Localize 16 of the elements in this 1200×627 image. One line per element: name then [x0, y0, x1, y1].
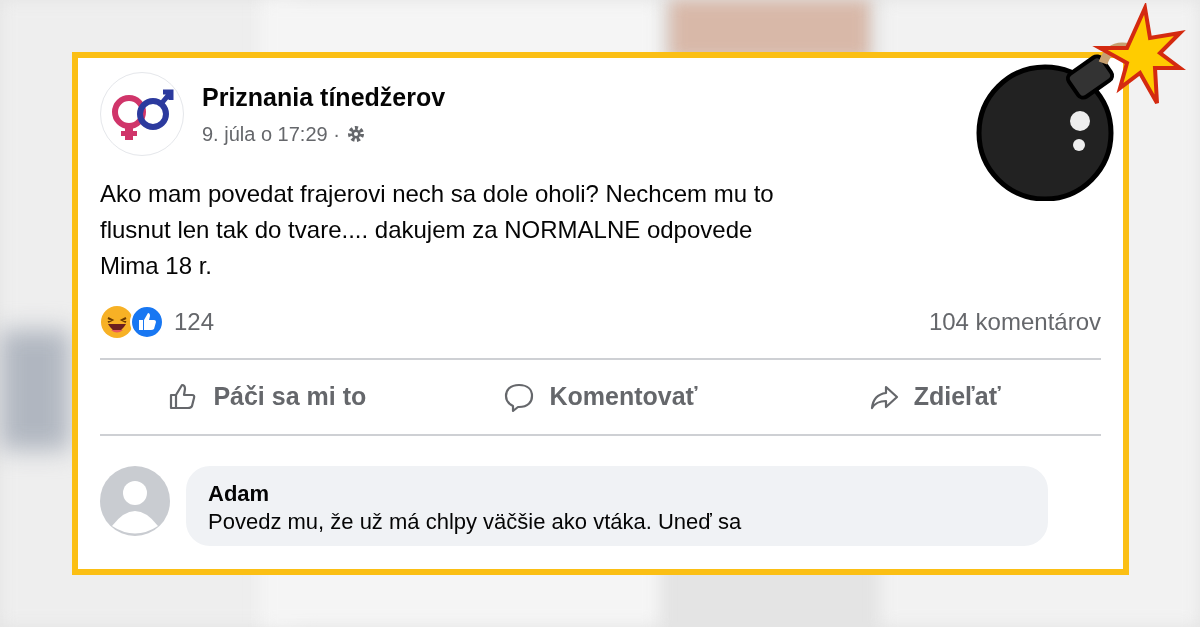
like-reaction-icon — [130, 305, 164, 339]
post-timestamp[interactable]: 9. júla o 17:29 · — [202, 118, 340, 149]
share-button[interactable]: Zdieľať — [767, 368, 1101, 426]
settings-icon — [345, 123, 366, 144]
like-button[interactable]: Páči sa mi to — [100, 368, 434, 426]
comment-author[interactable]: Adam — [208, 480, 1026, 508]
reaction-count[interactable]: 124 — [174, 304, 215, 340]
post-text-line: Mima 18 r. — [100, 251, 213, 281]
page-name[interactable]: Priznania tínedžerov — [202, 79, 446, 117]
speech-bubble-icon — [503, 381, 536, 413]
comment-button[interactable]: Komentovať — [433, 368, 768, 426]
post-text-line: flusnut len tak do tvare.... dakujem za NORMALNE odpovede — [100, 215, 753, 245]
comment-text: Povedz mu, že už má chlpy väčšie ako vtáka. Uneď sa — [208, 508, 742, 536]
laughing-emoji-icon — [100, 305, 134, 339]
comment-count[interactable]: 104 komentárov — [928, 304, 1101, 340]
post-text-line: Ako mam povedat frajerovi nech sa dole oholi? Nechcem mu to — [100, 179, 774, 209]
